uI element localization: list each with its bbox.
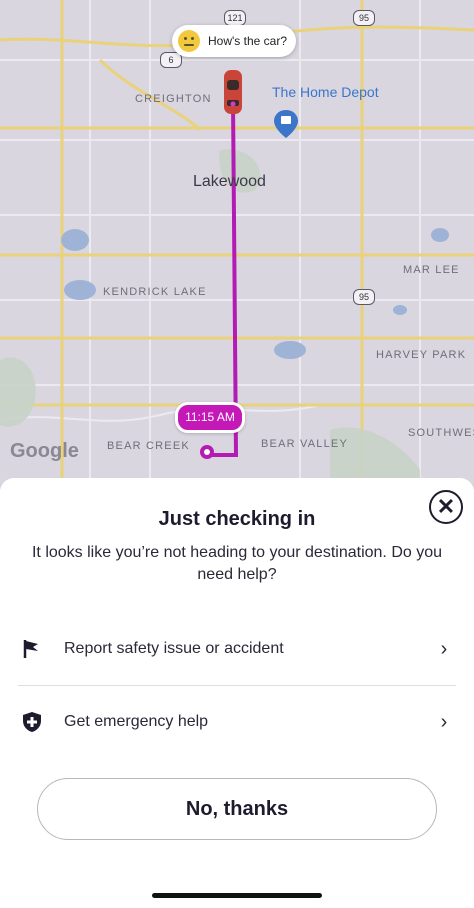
sheet-title: Just checking in (158, 508, 316, 530)
chevron-right-icon: › (440, 710, 448, 733)
flag-icon (20, 637, 44, 661)
report-safety-label: Report safety issue or accident (64, 640, 284, 657)
map-overlay (0, 0, 474, 490)
chevron-right-icon: › (440, 637, 448, 660)
home-indicator[interactable] (152, 893, 322, 898)
emergency-help-row[interactable]: Get emergency help › (0, 694, 474, 750)
shield-plus-icon (20, 710, 44, 734)
no-thanks-button[interactable]: No, thanks (37, 778, 437, 840)
sheet-message: It looks like you’re not heading to your… (31, 544, 443, 583)
report-safety-row[interactable]: Report safety issue or accident › (0, 621, 474, 677)
emergency-help-label: Get emergency help (64, 713, 209, 730)
options-divider (18, 685, 456, 686)
